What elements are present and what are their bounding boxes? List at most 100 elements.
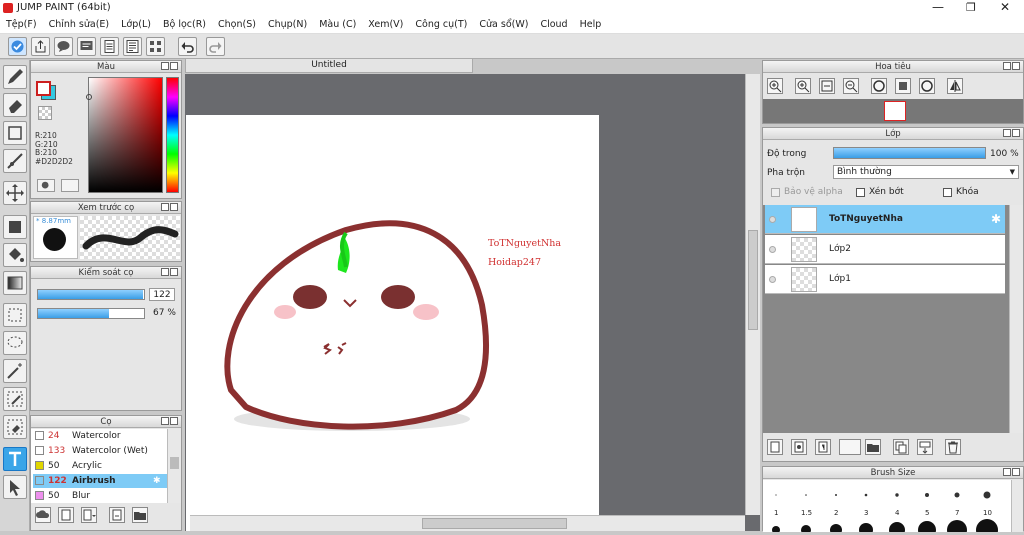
menu-tools[interactable]: Công cụ(T) <box>409 17 473 30</box>
rect-select-tool[interactable] <box>3 303 27 327</box>
flip-icon[interactable] <box>947 78 963 94</box>
new-folder-button[interactable] <box>865 439 881 455</box>
primary-color-swatch[interactable] <box>36 81 51 96</box>
menu-window[interactable]: Cửa sổ(W) <box>473 17 534 30</box>
line-tool[interactable] <box>3 149 27 173</box>
share-button[interactable] <box>31 37 50 56</box>
magic-wand-tool[interactable] <box>3 359 27 383</box>
fill-square-tool[interactable] <box>3 215 27 239</box>
brush-list-scrollbar[interactable] <box>167 429 181 503</box>
rotate-left-icon[interactable] <box>871 78 887 94</box>
rotate-right-icon[interactable] <box>919 78 935 94</box>
layer-item-selected[interactable]: ToTNguyetNha ✱ <box>765 205 1005 234</box>
visibility-icon[interactable] <box>769 246 776 253</box>
lock-checkbox[interactable] <box>943 188 952 197</box>
brush-item[interactable]: 50 Acrylic <box>33 459 167 473</box>
clipping-checkbox[interactable] <box>856 188 865 197</box>
document-tab[interactable]: Untitled <box>185 58 473 73</box>
layer-type-dropdown[interactable] <box>839 439 861 455</box>
menu-file[interactable]: Tệp(F) <box>0 17 43 30</box>
brush-settings-icon[interactable]: ✱ <box>153 474 161 488</box>
brush-size-value[interactable]: 122 <box>149 288 175 301</box>
layer-opacity-slider[interactable] <box>833 147 986 159</box>
blend-mode-select[interactable]: Bình thường ▼ <box>833 165 1019 179</box>
menu-layer[interactable]: Lớp(L) <box>115 17 157 30</box>
brush-cloud-button[interactable] <box>35 507 51 523</box>
new-1bit-layer-button[interactable] <box>815 439 831 455</box>
panel-buttons[interactable] <box>159 62 179 71</box>
navigator-preview[interactable] <box>763 99 1023 123</box>
canvas-vertical-scrollbar[interactable] <box>745 74 760 515</box>
pen-tool[interactable] <box>3 65 27 89</box>
menu-help[interactable]: Help <box>574 17 608 30</box>
protect-alpha-checkbox[interactable] <box>771 188 780 197</box>
brush-size-scrollbar[interactable] <box>1011 480 1023 532</box>
brush-size-grid[interactable]: 1 1.5 2 3 4 5 7 10 <box>763 480 1011 535</box>
panel-buttons[interactable] <box>159 417 179 426</box>
new-halftone-layer-button[interactable] <box>791 439 807 455</box>
fit-icon[interactable] <box>819 78 835 94</box>
color-history-button[interactable] <box>61 179 79 192</box>
merge-layer-button[interactable] <box>917 439 933 455</box>
menu-edit[interactable]: Chỉnh sửa(E) <box>43 17 116 30</box>
brush-folder-button[interactable] <box>132 507 148 523</box>
new-layer-button[interactable] <box>767 439 783 455</box>
saturation-value-picker[interactable] <box>88 77 163 193</box>
rectangle-tool[interactable] <box>3 121 27 145</box>
panel-buttons[interactable] <box>159 268 179 277</box>
select-eraser-tool[interactable] <box>3 415 27 439</box>
zoom-out-icon[interactable] <box>843 78 859 94</box>
lasso-tool[interactable] <box>3 331 27 355</box>
undo-button[interactable] <box>178 37 197 56</box>
page-list-button[interactable] <box>123 37 142 56</box>
redo-button[interactable] <box>206 37 225 56</box>
gradient-tool[interactable] <box>3 271 27 295</box>
brush-item[interactable]: 133 Watercolor (Wet) <box>33 444 167 458</box>
menu-cloud[interactable]: Cloud <box>534 17 573 30</box>
brush-menu-button[interactable] <box>81 507 97 523</box>
menu-select[interactable]: Chọn(S) <box>212 17 262 30</box>
text-tool[interactable] <box>3 447 27 471</box>
zoom-in-icon[interactable] <box>795 78 811 94</box>
operation-tool[interactable] <box>3 475 27 499</box>
menu-capture[interactable]: Chụp(N) <box>262 17 313 30</box>
panel-buttons[interactable] <box>1001 62 1021 71</box>
brush-size-slider[interactable] <box>37 289 145 300</box>
picker-cursor[interactable] <box>86 94 92 100</box>
brush-opacity-slider[interactable] <box>37 308 145 319</box>
new-brush-button[interactable] <box>58 507 74 523</box>
brush-item-selected[interactable]: 122 Airbrush ✱ <box>33 474 167 488</box>
comment-button[interactable] <box>54 37 73 56</box>
duplicate-layer-button[interactable] <box>893 439 909 455</box>
panel-buttons[interactable] <box>159 203 179 212</box>
panel-buttons[interactable] <box>1001 129 1021 138</box>
close-icon[interactable]: ✕ <box>1000 0 1010 14</box>
hue-slider[interactable] <box>166 77 179 193</box>
zoom-in-icon[interactable] <box>767 78 783 94</box>
layer-item[interactable]: Lớp2 <box>765 235 1005 264</box>
brush-import-button[interactable] <box>109 507 125 523</box>
transparent-color-swatch[interactable] <box>38 106 52 120</box>
delete-layer-icon[interactable] <box>945 439 961 455</box>
visibility-icon[interactable] <box>769 216 776 223</box>
menu-view[interactable]: Xem(V) <box>362 17 409 30</box>
grid-button[interactable] <box>146 37 165 56</box>
move-tool[interactable] <box>3 181 27 205</box>
menu-color[interactable]: Màu (C) <box>313 17 362 30</box>
navigator-viewport[interactable] <box>884 101 906 121</box>
panel-buttons[interactable] <box>1001 468 1021 477</box>
layer-settings-icon[interactable]: ✱ <box>991 212 1001 226</box>
document-button[interactable] <box>100 37 119 56</box>
minimize-icon[interactable]: — <box>932 0 944 14</box>
sync-button[interactable] <box>8 37 27 56</box>
eraser-tool[interactable] <box>3 93 27 117</box>
palette-button[interactable] <box>37 179 55 192</box>
menu-filter[interactable]: Bộ lọc(R) <box>157 17 212 30</box>
select-pen-tool[interactable] <box>3 387 27 411</box>
drawing-canvas[interactable]: ToTNguyetNha Hoidap247 <box>186 115 599 531</box>
brush-item[interactable]: 50 Blur <box>33 489 167 503</box>
bucket-tool[interactable] <box>3 243 27 267</box>
layer-item[interactable]: Lớp1 <box>765 265 1005 294</box>
maximize-icon[interactable]: ❐ <box>966 1 976 14</box>
canvas-horizontal-scrollbar[interactable] <box>190 515 745 531</box>
